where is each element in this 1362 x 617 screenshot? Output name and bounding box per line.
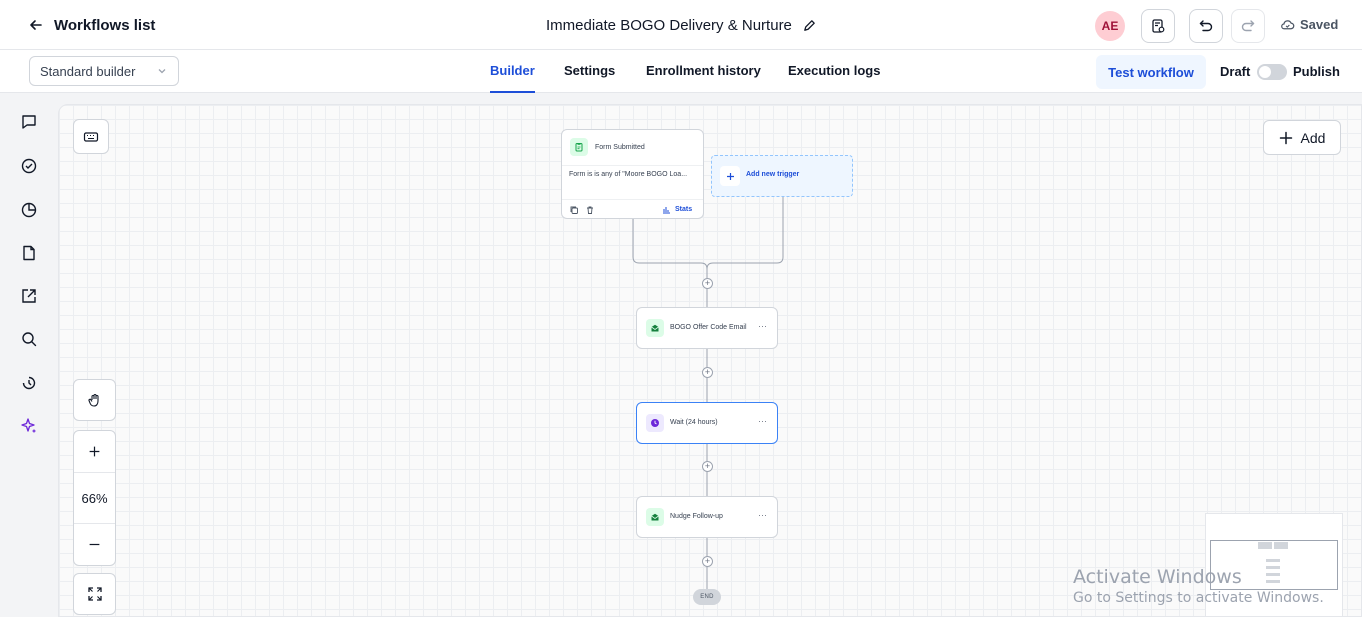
trigger-badge (570, 138, 588, 156)
more-options-icon[interactable]: ··· (758, 416, 767, 426)
trigger-condition: Form is is any of "Moore BOGO Loa... (569, 171, 688, 178)
cloud-check-icon (1281, 20, 1295, 30)
workflow-title-text: Immediate BOGO Delivery & Nurture (546, 16, 792, 34)
workflow-title[interactable]: Immediate BOGO Delivery & Nurture (546, 15, 817, 35)
add-trigger-label: Add new trigger (746, 171, 800, 178)
email-icon (651, 324, 659, 332)
workflow-canvas[interactable]: Add 66% Form Submitted Form is is any of… (58, 104, 1362, 617)
top-bar: Workflows list Immediate BOGO Delivery &… (0, 0, 1362, 50)
rail-item-share[interactable] (19, 286, 39, 306)
action-label: Wait (24 hours) (670, 419, 718, 426)
clock-icon (651, 419, 659, 427)
undo-button[interactable] (1189, 9, 1223, 43)
left-rail (0, 94, 58, 617)
email-icon (651, 513, 659, 521)
stats-link[interactable]: Stats (662, 205, 692, 214)
end-marker: END (693, 589, 721, 605)
tab-settings[interactable]: Settings (564, 50, 615, 93)
trigger-header: Form Submitted (570, 138, 645, 156)
watermark-subtitle: Go to Settings to activate Windows. (1073, 590, 1324, 606)
action-label: Nudge Follow-up (670, 513, 723, 520)
tab-enrollment-history[interactable]: Enrollment history (646, 50, 761, 93)
avatar[interactable]: AE (1095, 11, 1125, 41)
arrow-left-icon (30, 20, 42, 30)
email-badge (646, 508, 664, 526)
document-check-icon (1152, 19, 1165, 33)
rail-item-tasks[interactable] (19, 156, 39, 176)
more-options-icon[interactable]: ··· (758, 321, 767, 331)
email-badge (646, 319, 664, 337)
trigger-divider (562, 165, 703, 166)
undo-icon (1199, 20, 1213, 32)
draft-label: Draft (1220, 64, 1251, 79)
builder-toolbar: Standard builder Builder Settings Enroll… (0, 50, 1362, 93)
tab-execution-logs[interactable]: Execution logs (788, 50, 880, 93)
workflow-report-button[interactable] (1141, 9, 1175, 43)
more-options-icon[interactable]: ··· (758, 510, 767, 520)
minimap-node (1266, 559, 1280, 562)
action-label: BOGO Offer Code Email (670, 324, 747, 331)
copy-icon[interactable] (569, 205, 579, 215)
wait-badge (646, 414, 664, 432)
minimap-node (1274, 542, 1288, 549)
history-icon (22, 376, 36, 390)
minimap-node (1258, 542, 1272, 549)
rail-item-history[interactable] (19, 373, 39, 393)
add-trigger-plus (720, 166, 740, 186)
back-to-workflows-link[interactable]: Workflows list (28, 14, 155, 36)
add-step-button[interactable]: + (702, 367, 713, 378)
trigger-title: Form Submitted (595, 143, 645, 151)
redo-button[interactable] (1231, 9, 1265, 43)
rail-item-ai[interactable] (19, 416, 39, 436)
plus-icon (726, 172, 734, 180)
add-step-button[interactable]: + (702, 461, 713, 472)
stats-label: Stats (675, 206, 693, 213)
builder-type-value: Standard builder (40, 63, 136, 79)
chat-icon (22, 115, 36, 129)
trigger-card[interactable]: Form Submitted Form is is any of "Moore … (561, 129, 704, 219)
add-step-button[interactable]: + (702, 278, 713, 289)
back-label: Workflows list (54, 16, 156, 34)
clipboard-icon (575, 143, 583, 152)
saved-label: Saved (1300, 17, 1339, 32)
rail-item-analytics[interactable] (19, 200, 39, 220)
add-step-button[interactable]: + (702, 556, 713, 567)
bar-chart-icon (663, 207, 670, 214)
publish-toggle[interactable] (1257, 64, 1287, 80)
save-status: Saved (1280, 17, 1338, 32)
tab-builder[interactable]: Builder (490, 50, 535, 93)
action-node-email[interactable]: BOGO Offer Code Email ··· (636, 307, 778, 349)
windows-activation-watermark: Activate Windows Go to Settings to activ… (1073, 566, 1324, 606)
sparkles-icon (21, 418, 36, 433)
trash-icon[interactable] (585, 205, 595, 215)
pencil-icon[interactable] (802, 18, 817, 33)
check-circle-icon (21, 158, 37, 174)
rail-item-comments[interactable] (19, 112, 39, 132)
redo-icon (1241, 20, 1255, 32)
rail-item-search[interactable] (19, 329, 39, 349)
search-icon (22, 332, 37, 347)
test-workflow-button[interactable]: Test workflow (1096, 55, 1206, 89)
action-node-wait[interactable]: Wait (24 hours) ··· (636, 402, 778, 444)
builder-type-select[interactable]: Standard builder (29, 56, 179, 86)
action-node-email[interactable]: Nudge Follow-up ··· (636, 496, 778, 538)
document-icon (23, 245, 35, 261)
watermark-title: Activate Windows (1073, 566, 1242, 588)
chevron-down-icon (158, 69, 166, 74)
add-trigger-button[interactable]: Add new trigger (711, 155, 853, 197)
trigger-footer: Stats (562, 199, 703, 219)
pie-chart-icon (21, 202, 37, 218)
external-link-icon (22, 289, 36, 303)
rail-item-documents[interactable] (19, 243, 39, 263)
publish-label: Publish (1293, 64, 1340, 79)
